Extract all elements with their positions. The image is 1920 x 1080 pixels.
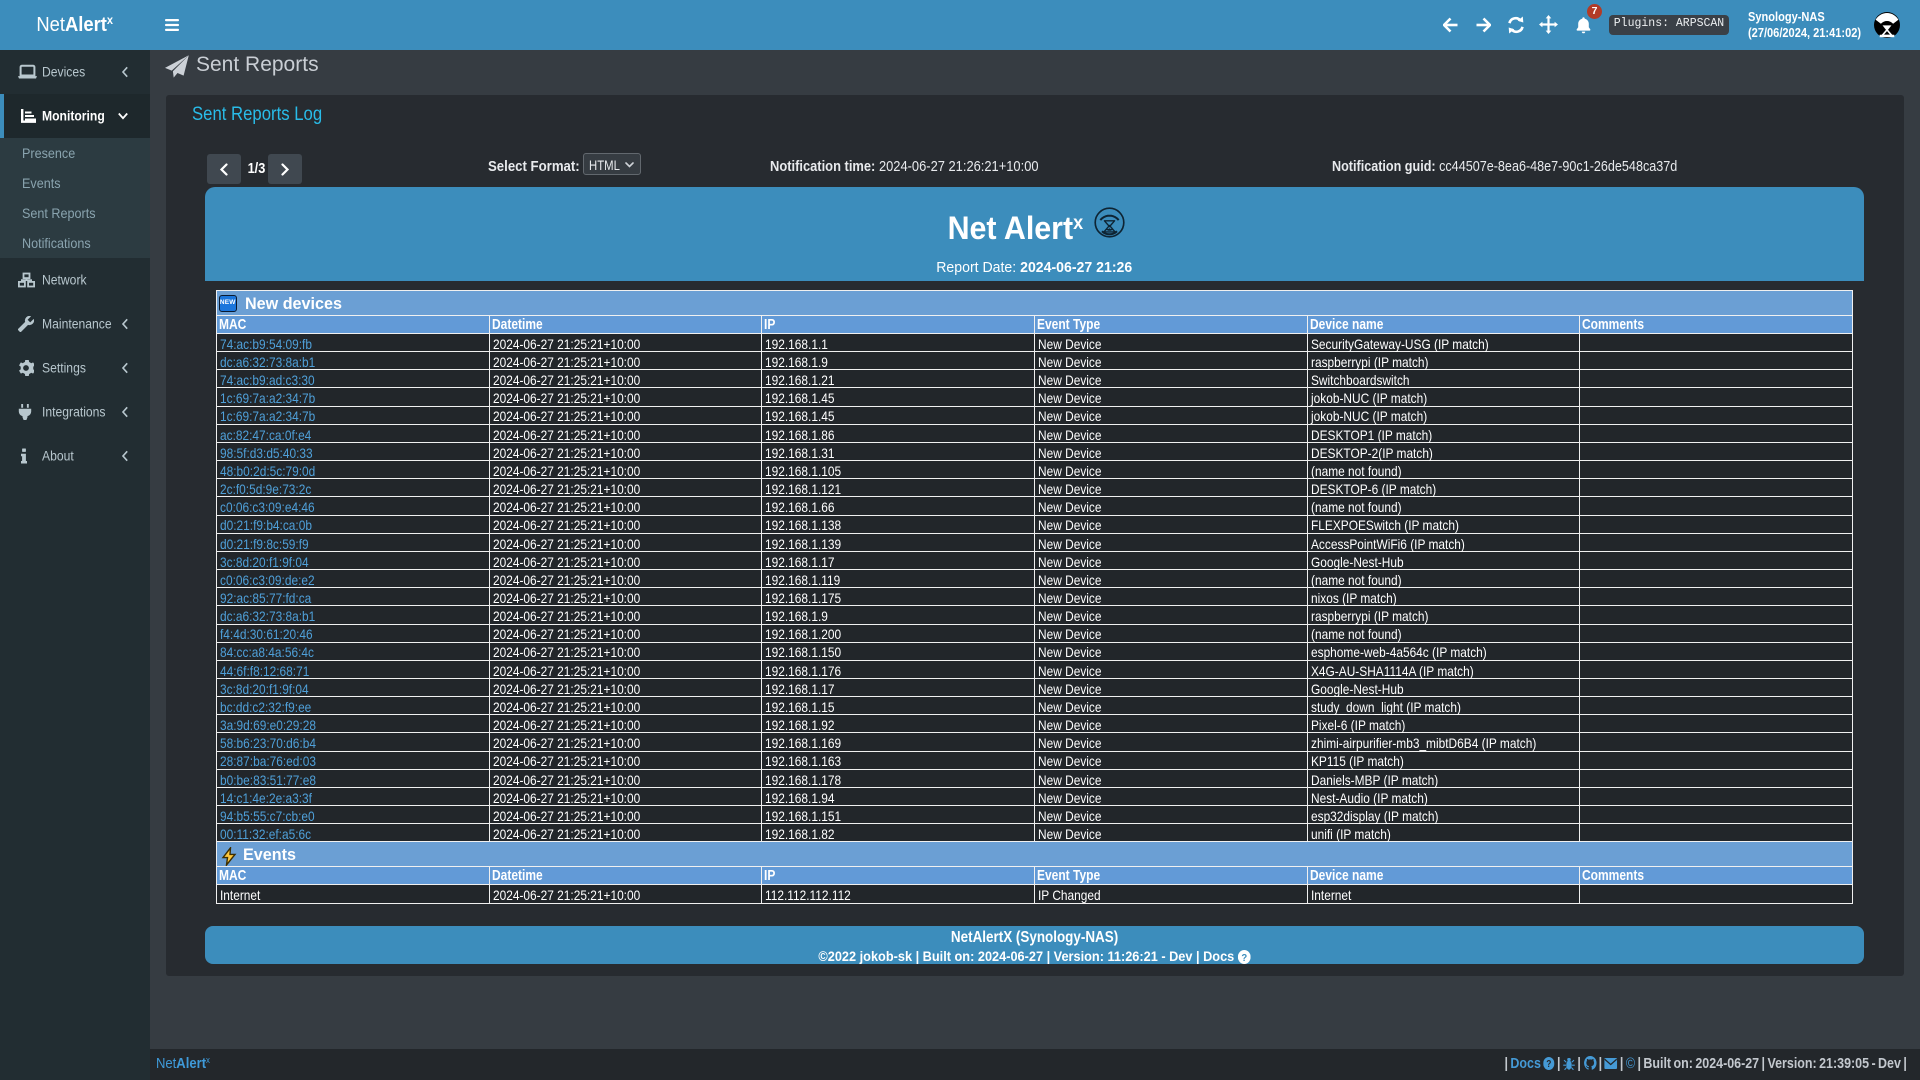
svg-text:?: ? — [1241, 952, 1247, 964]
svg-text:?: ? — [1547, 1058, 1553, 1069]
